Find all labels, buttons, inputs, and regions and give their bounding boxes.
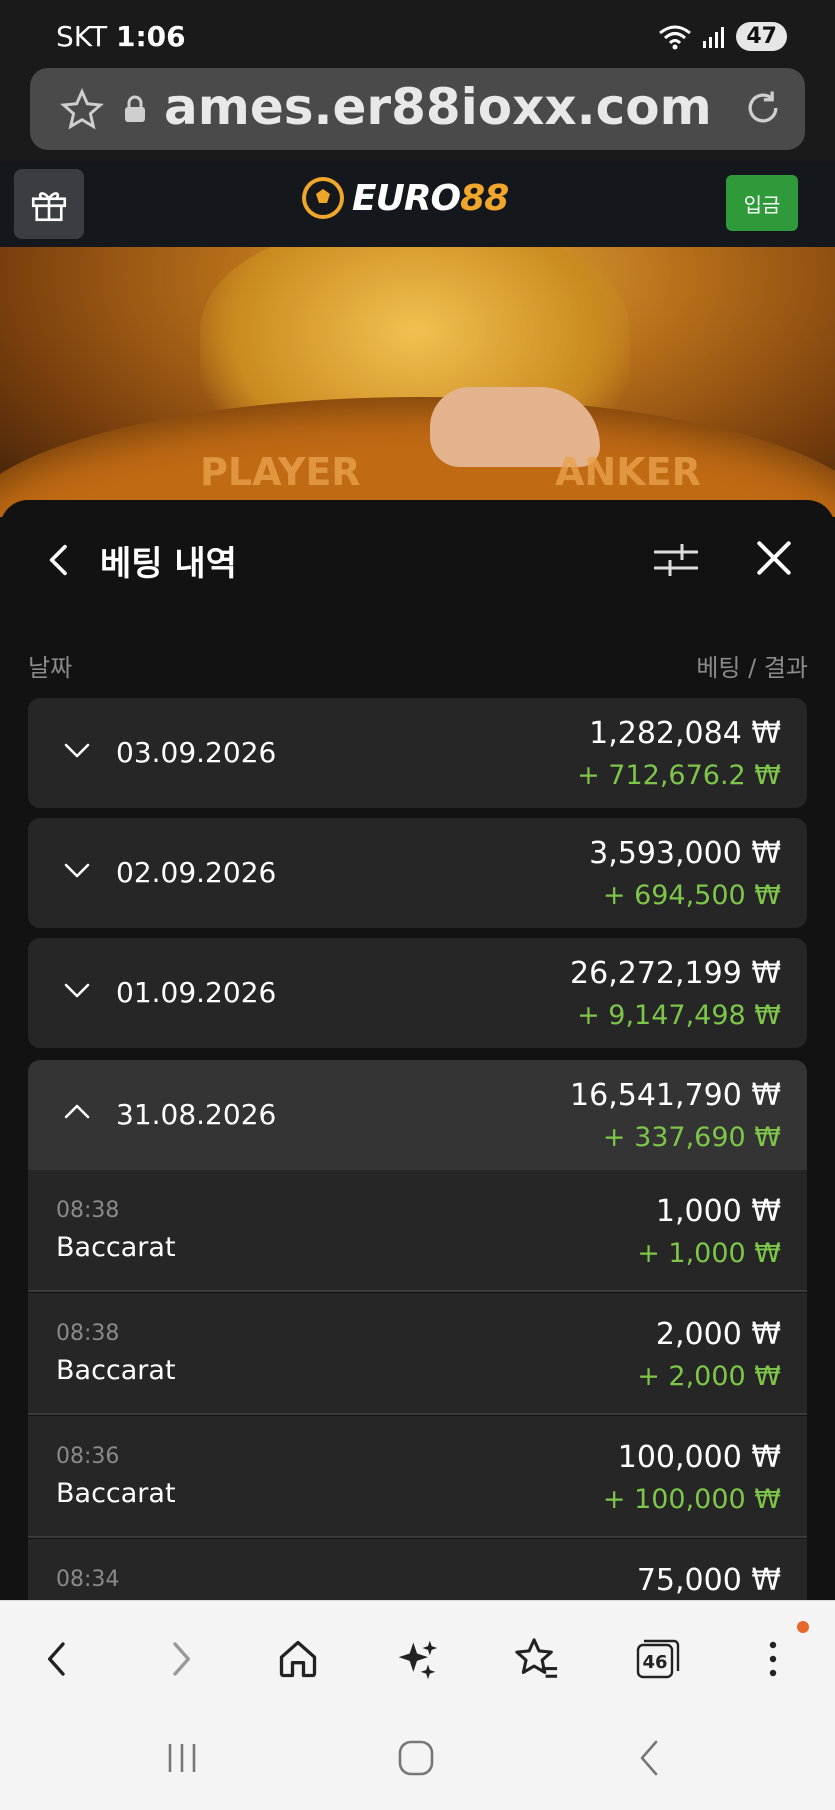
- battery-indicator: 47: [736, 22, 787, 51]
- column-headers: 날짜 베팅 / 결과: [28, 648, 808, 682]
- soccer-ball-icon: [302, 177, 344, 219]
- chevron-left-icon: [640, 1740, 658, 1776]
- table-label-banker: ANKER: [555, 450, 701, 494]
- bet-game: Baccarat: [56, 1232, 176, 1263]
- bookmark-star-icon[interactable]: [60, 88, 104, 132]
- recent-apps-button[interactable]: [162, 1738, 202, 1782]
- back-arrow-icon[interactable]: [40, 538, 80, 582]
- col-header-date: 날짜: [28, 654, 73, 682]
- day-result: + 337,690 ₩: [602, 1122, 781, 1153]
- system-nav-bar: [0, 1710, 835, 1810]
- bet-time: 08:38: [56, 1198, 120, 1223]
- browser-home-button[interactable]: [270, 1631, 326, 1687]
- day-date: 31.08.2026: [116, 1098, 277, 1131]
- day-result: + 694,500 ₩: [602, 880, 781, 911]
- browser-tabs-button[interactable]: 46: [630, 1631, 686, 1687]
- carrier: SKT: [56, 20, 108, 53]
- day-bet-total: 1,282,084 ₩: [589, 716, 781, 751]
- day-bet-total: 26,272,199 ₩: [570, 956, 781, 991]
- system-home-button[interactable]: [396, 1738, 436, 1782]
- table-surface: [0, 397, 835, 517]
- day-row[interactable]: 01.09.2026 26,272,199 ₩ + 9,147,498 ₩: [28, 938, 807, 1048]
- col-header-bet-result: 베팅 / 결과: [696, 654, 808, 682]
- bet-result: + 100,000 ₩: [602, 1484, 781, 1515]
- signal-icon: [703, 26, 725, 48]
- status-icons: 47: [658, 22, 787, 51]
- bet-history-panel: 베팅 내역 날짜 베팅 / 결과 03.09.2026 1,282,084 ₩ …: [0, 500, 835, 1600]
- sparkle-icon: [398, 1640, 438, 1680]
- bet-amount: 2,000 ₩: [655, 1317, 781, 1352]
- day-row-expanded[interactable]: 31.08.2026 16,541,790 ₩ + 337,690 ₩: [28, 1060, 807, 1170]
- bet-row[interactable]: 08:34 75,000 ₩: [28, 1539, 807, 1600]
- recent-apps-icon: [168, 1744, 196, 1772]
- day-bet-total: 3,593,000 ₩: [589, 836, 781, 871]
- star-list-icon: [515, 1638, 558, 1678]
- bet-row[interactable]: 08:36 Baccarat 100,000 ₩ + 100,000 ₩: [28, 1416, 807, 1538]
- browser-toolbar: 46: [0, 1600, 835, 1710]
- bet-time: 08:36: [56, 1444, 120, 1469]
- clock: 1:06: [115, 20, 186, 53]
- browser-url-area: ames.er88ioxx.com: [0, 68, 835, 161]
- notification-dot: [797, 1621, 809, 1633]
- panel-title: 베팅 내역: [100, 544, 237, 584]
- bet-time: 08:34: [56, 1567, 120, 1592]
- close-icon[interactable]: [752, 536, 796, 580]
- browser-menu-button[interactable]: [745, 1631, 801, 1687]
- day-bet-total: 16,541,790 ₩: [570, 1078, 781, 1113]
- url-text[interactable]: ames.er88ioxx.com: [164, 78, 744, 136]
- bet-time: 08:38: [56, 1321, 120, 1346]
- browser-forward-button[interactable]: [152, 1631, 208, 1687]
- site-logo[interactable]: EURO88: [300, 175, 509, 221]
- bet-amount: 100,000 ₩: [617, 1440, 781, 1475]
- gift-button[interactable]: [14, 169, 84, 239]
- chevron-down-icon: [64, 983, 90, 998]
- day-date: 02.09.2026: [116, 856, 277, 889]
- day-row[interactable]: 02.09.2026 3,593,000 ₩ + 694,500 ₩: [28, 818, 807, 928]
- home-outline-icon: [398, 1740, 434, 1776]
- logo-text-88: 88: [460, 177, 509, 219]
- bet-result: + 2,000 ₩: [637, 1361, 781, 1392]
- arrow-right-icon: [173, 1642, 190, 1676]
- day-result: + 712,676.2 ₩: [577, 760, 781, 791]
- url-bar[interactable]: ames.er88ioxx.com: [30, 68, 805, 150]
- wifi-icon: [659, 25, 692, 49]
- chevron-down-icon: [64, 743, 90, 758]
- bet-amount: 1,000 ₩: [655, 1194, 781, 1229]
- bet-game: Baccarat: [56, 1355, 176, 1386]
- reload-icon[interactable]: [741, 86, 785, 130]
- home-icon: [279, 1640, 317, 1678]
- browser-ai-button[interactable]: [389, 1631, 445, 1687]
- day-date: 03.09.2026: [116, 736, 277, 769]
- bet-row[interactable]: 08:38 Baccarat 2,000 ₩ + 2,000 ₩: [28, 1293, 807, 1415]
- chevron-down-icon: [64, 863, 90, 878]
- chevron-up-icon: [64, 1104, 90, 1119]
- game-hero-image: PLAYER ANKER: [0, 247, 835, 517]
- filter-sliders-icon[interactable]: [652, 538, 700, 582]
- bet-game: Baccarat: [56, 1478, 176, 1509]
- day-date: 01.09.2026: [116, 976, 277, 1009]
- lock-icon: [125, 95, 145, 122]
- system-back-button[interactable]: [630, 1738, 670, 1782]
- logo-text-euro: EURO: [352, 177, 461, 219]
- gift-icon: [31, 192, 67, 222]
- panel-header: 베팅 내역: [0, 500, 835, 620]
- day-result: + 9,147,498 ₩: [577, 1000, 781, 1031]
- table-label-player: PLAYER: [200, 450, 361, 494]
- status-bar: SKT 1:06 47: [0, 0, 835, 68]
- deposit-button[interactable]: 입금: [726, 175, 798, 231]
- site-header: EURO88 입금: [0, 161, 835, 247]
- day-row[interactable]: 03.09.2026 1,282,084 ₩ + 712,676.2 ₩: [28, 698, 807, 808]
- browser-bookmarks-button[interactable]: [508, 1631, 564, 1687]
- carrier-time: SKT 1:06: [56, 20, 186, 53]
- browser-back-button[interactable]: [30, 1631, 86, 1687]
- bet-result: + 1,000 ₩: [637, 1238, 781, 1269]
- arrow-left-icon: [48, 1642, 65, 1676]
- tabs-icon: 46: [636, 1639, 680, 1679]
- logo-text: EURO88: [352, 177, 509, 219]
- bet-row[interactable]: 08:38 Baccarat 1,000 ₩ + 1,000 ₩: [28, 1170, 807, 1292]
- tabs-count: 46: [642, 1651, 668, 1673]
- more-vertical-icon: [769, 1641, 777, 1677]
- bet-amount: 75,000 ₩: [636, 1563, 781, 1598]
